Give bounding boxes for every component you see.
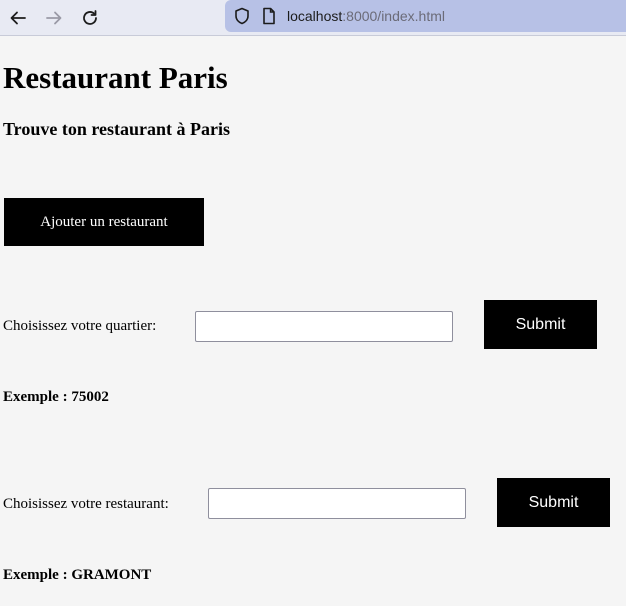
page-icon	[261, 7, 277, 25]
restaurant-submit-button[interactable]: Submit	[497, 478, 610, 527]
quartier-input[interactable]	[195, 311, 453, 342]
page-title: Restaurant Paris	[3, 60, 228, 95]
quartier-label: Choisissez votre quartier:	[3, 318, 157, 334]
shield-icon[interactable]	[233, 7, 251, 25]
quartier-submit-button[interactable]: Submit	[484, 300, 597, 349]
browser-toolbar: localhost:8000/index.html	[0, 0, 626, 36]
add-restaurant-button[interactable]: Ajouter un restaurant	[4, 198, 204, 246]
page-subtitle: Trouve ton restaurant à Paris	[3, 119, 230, 139]
back-arrow-icon[interactable]	[6, 6, 30, 30]
url-text[interactable]: localhost:8000/index.html	[287, 8, 445, 24]
restaurant-example: Exemple : GRAMONT	[3, 567, 152, 583]
url-path: :8000/index.html	[342, 8, 445, 24]
restaurant-label: Choisissez votre restaurant:	[3, 496, 169, 512]
restaurant-input[interactable]	[208, 488, 466, 519]
forward-arrow-icon[interactable]	[42, 6, 66, 30]
reload-icon[interactable]	[78, 6, 102, 30]
url-host: localhost	[287, 8, 343, 24]
quartier-example: Exemple : 75002	[3, 389, 109, 405]
